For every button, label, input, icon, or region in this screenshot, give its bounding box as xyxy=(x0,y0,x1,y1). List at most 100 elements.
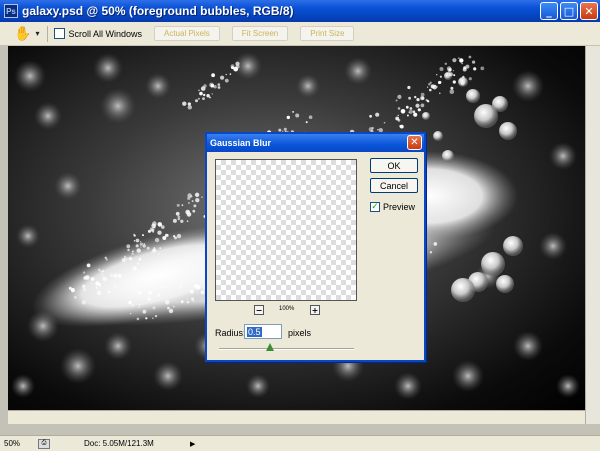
sparkle-particle xyxy=(133,240,136,242)
sparkle-particle xyxy=(191,280,194,282)
sparkle-particle xyxy=(420,103,425,108)
sparkle-particle xyxy=(107,290,111,294)
sparkle-particle xyxy=(217,86,221,89)
sparkle-particle xyxy=(161,225,165,229)
sparkle-particle xyxy=(83,271,86,274)
status-menu-arrow[interactable]: ▶ xyxy=(190,440,195,448)
sparkle-particle xyxy=(142,244,146,248)
sparkle-particle xyxy=(135,238,140,243)
print-size-button[interactable]: Print Size xyxy=(300,26,355,41)
zoom-in-button[interactable]: + xyxy=(310,305,320,315)
radius-label: Radius: xyxy=(215,328,246,338)
sparkle-particle xyxy=(70,288,75,293)
hand-tool-icon[interactable]: ✋ xyxy=(14,26,31,42)
sparkle-particle xyxy=(143,242,146,245)
sparkle-particle xyxy=(181,204,184,207)
sparkle-particle xyxy=(224,78,229,83)
sparkle-particle xyxy=(140,241,142,243)
minimize-button[interactable]: _ xyxy=(540,2,558,20)
sparkle-particle xyxy=(192,209,196,213)
sparkle-particle xyxy=(126,244,131,249)
sparkle-particle xyxy=(135,244,139,248)
sparkle-particle xyxy=(138,257,142,261)
scroll-all-windows-label: Scroll All Windows xyxy=(68,28,142,39)
sparkle-particle xyxy=(439,92,441,95)
sparkle-particle xyxy=(139,242,143,246)
sparkle-particle xyxy=(192,300,195,302)
sparkle-particle xyxy=(199,91,203,96)
sparkle-particle xyxy=(472,60,476,64)
sparkle-particle xyxy=(426,100,430,103)
sparkle-particle xyxy=(448,72,453,77)
sparkle-particle xyxy=(452,58,457,63)
sparkle-particle xyxy=(100,270,102,273)
radius-input[interactable]: 0.5 xyxy=(244,324,282,339)
close-button[interactable]: ✕ xyxy=(580,2,598,20)
sparkle-particle xyxy=(177,215,181,219)
sparkle-particle xyxy=(161,286,164,289)
toolbar-separator xyxy=(47,25,49,42)
dialog-close-button[interactable]: ✕ xyxy=(407,135,422,150)
sparkle-particle xyxy=(308,115,313,119)
sparkle-particle xyxy=(211,73,216,78)
window-titlebar[interactable]: Ps galaxy.psd @ 50% (foreground bubbles,… xyxy=(0,0,600,22)
radius-slider-track[interactable] xyxy=(219,348,354,350)
ok-button[interactable]: OK xyxy=(370,158,418,173)
radius-unit-label: pixels xyxy=(288,328,312,338)
sparkle-particle xyxy=(473,67,477,71)
actual-pixels-button[interactable]: Actual Pixels xyxy=(153,26,220,41)
sparkle-particle xyxy=(128,300,132,305)
sparkle-particle xyxy=(369,114,372,118)
sparkle-particle xyxy=(180,219,184,223)
cancel-button[interactable]: Cancel xyxy=(370,178,418,193)
sparkle-particle xyxy=(407,85,411,90)
dialog-titlebar[interactable]: Gaussian Blur xyxy=(207,134,424,152)
photoshop-app-icon[interactable]: Ps xyxy=(4,4,18,18)
sparkle-particle xyxy=(153,247,156,249)
sparkle-particle xyxy=(220,75,225,80)
sparkle-particle xyxy=(459,58,464,63)
sparkle-particle xyxy=(420,92,425,97)
maximize-button[interactable]: □ xyxy=(560,2,578,20)
sparkle-particle xyxy=(172,305,175,308)
sparkle-particle xyxy=(149,296,151,298)
sparkle-particle xyxy=(197,97,200,100)
sparkle-particle xyxy=(414,95,417,99)
sparkle-particle xyxy=(438,80,442,85)
document-info-icon[interactable]: ⎙ xyxy=(38,438,50,449)
sparkle-particle xyxy=(187,102,191,106)
filter-preview-pane[interactable] xyxy=(215,159,357,301)
sparkle-particle xyxy=(292,110,295,113)
fit-screen-button[interactable]: Fit Screen xyxy=(231,26,289,41)
sparkle-particle xyxy=(131,252,134,255)
sparkle-particle xyxy=(133,234,136,237)
vertical-scrollbar[interactable] xyxy=(585,46,600,424)
preview-checkbox[interactable]: ✓ xyxy=(370,202,380,212)
zoom-level-field[interactable]: 50% xyxy=(4,439,30,448)
sparkle-particle xyxy=(142,309,147,314)
sparkle-particle xyxy=(131,304,134,307)
zoom-out-button[interactable]: − xyxy=(254,305,264,315)
sparkle-particle xyxy=(186,220,189,222)
sparkle-particle xyxy=(99,285,102,287)
radius-slider-thumb[interactable] xyxy=(266,343,275,351)
preview-label: Preview xyxy=(383,202,416,212)
sparkle-particle xyxy=(416,98,420,102)
tool-preset-dropdown[interactable]: ▾ xyxy=(35,29,39,38)
sparkle-particle xyxy=(405,105,409,109)
sparkle-particle xyxy=(157,230,162,235)
sparkle-particle xyxy=(188,202,190,204)
sparkle-particle xyxy=(286,115,290,120)
sparkle-particle xyxy=(452,70,454,72)
sparkle-particle xyxy=(114,285,117,288)
sparkle-particle xyxy=(375,112,380,117)
scroll-all-windows-checkbox[interactable] xyxy=(54,28,66,39)
sparkle-particle xyxy=(449,89,455,94)
sparkle-particle xyxy=(101,270,105,273)
sparkle-particle xyxy=(412,110,416,113)
sparkle-particle xyxy=(138,303,141,306)
sparkle-particle xyxy=(436,74,438,76)
sparkle-particle xyxy=(182,101,187,106)
sparkle-particle xyxy=(152,248,157,253)
horizontal-scrollbar[interactable] xyxy=(8,410,585,424)
